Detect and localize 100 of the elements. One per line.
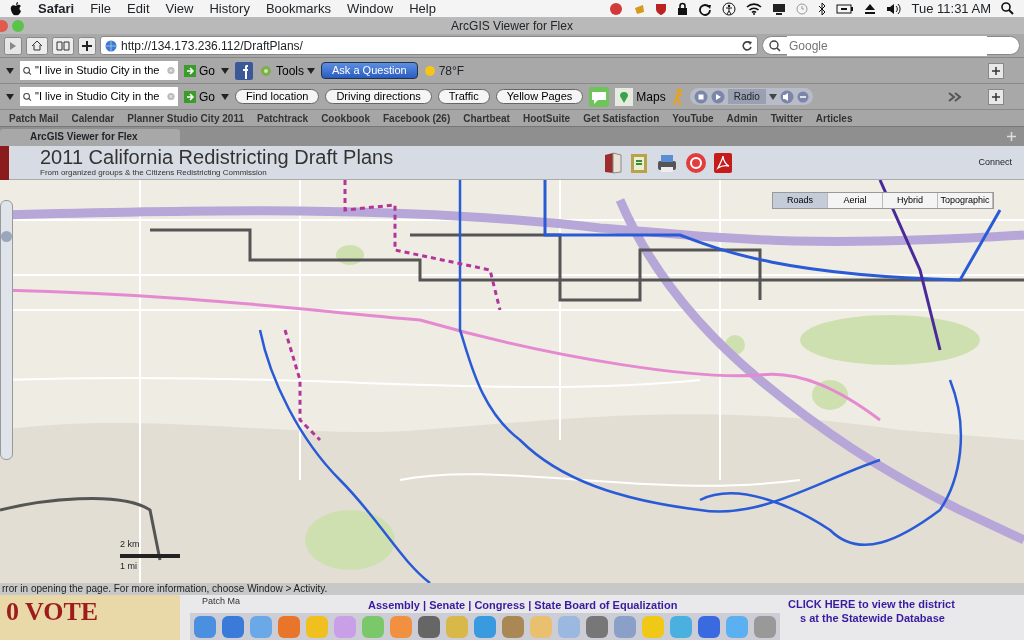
- clear-icon[interactable]: [167, 91, 175, 102]
- street-map-drawing[interactable]: [0, 180, 1024, 583]
- database-link[interactable]: s at the Statewide Database: [800, 610, 945, 627]
- speech-bubble-icon[interactable]: [589, 86, 610, 107]
- browser-tab[interactable]: ArcGIS Viewer for Flex: [0, 129, 180, 146]
- menu-item[interactable]: Window: [346, 0, 394, 19]
- caret-icon[interactable]: [768, 93, 777, 100]
- dock-app-icon[interactable]: [586, 615, 608, 638]
- menu-item[interactable]: Safari: [38, 0, 75, 19]
- menu-item[interactable]: File: [90, 0, 112, 19]
- dropdown-arrow-icon[interactable]: [221, 93, 229, 100]
- radio-station-field[interactable]: Radio: [727, 89, 766, 104]
- toolbar-link-button[interactable]: Find location: [235, 89, 320, 104]
- map-layer-tab[interactable]: Topographic: [938, 193, 993, 208]
- dock-app-icon[interactable]: [194, 615, 216, 638]
- round-badge-icon[interactable]: [608, 1, 623, 16]
- zoom-slider-thumb[interactable]: [1, 230, 12, 242]
- dock-app-icon[interactable]: [502, 615, 524, 638]
- menu-item[interactable]: History: [209, 0, 250, 19]
- clipboard-icon[interactable]: [629, 151, 650, 174]
- clear-icon[interactable]: [167, 65, 175, 76]
- add-button[interactable]: [988, 88, 1004, 105]
- map-layer-tab[interactable]: Aerial: [828, 193, 883, 208]
- bookmark-link[interactable]: Articles: [815, 110, 853, 126]
- new-tab-button[interactable]: [1007, 132, 1016, 141]
- record-icon[interactable]: [685, 151, 708, 174]
- f-logo-icon[interactable]: [235, 61, 253, 80]
- dropdown-arrow-icon[interactable]: [6, 67, 14, 74]
- forward-button[interactable]: [4, 36, 22, 55]
- search-field[interactable]: Google: [762, 36, 1020, 55]
- side-tab[interactable]: [0, 145, 9, 180]
- bookmark-link[interactable]: HootSuite: [522, 110, 571, 126]
- maps-button[interactable]: Maps: [615, 87, 666, 106]
- bookmark-link[interactable]: Cookbook: [321, 110, 370, 126]
- go-button[interactable]: Go: [184, 61, 215, 80]
- add-bookmark-button[interactable]: [78, 36, 96, 55]
- search-icon: [23, 90, 34, 103]
- pdf-icon[interactable]: [713, 151, 734, 174]
- minus-button[interactable]: [796, 90, 809, 103]
- volume-button[interactable]: [779, 89, 794, 104]
- ask-question-button[interactable]: Ask a Question: [321, 62, 418, 79]
- toolbar-link-button[interactable]: Driving directions: [325, 89, 432, 104]
- dock-app-icon[interactable]: [474, 615, 496, 638]
- play-button[interactable]: [710, 89, 725, 104]
- battery-icon[interactable]: [835, 3, 854, 14]
- chevron-icon[interactable]: [948, 91, 962, 102]
- window-title: ArcGIS Viewer for Flex: [451, 19, 573, 33]
- lock-icon[interactable]: [676, 1, 688, 16]
- bookmark-link[interactable]: Patch Mail: [9, 110, 59, 126]
- link-text[interactable]: Assembly | Senate | Congress | State Board of Equalization: [368, 597, 678, 614]
- search-icon[interactable]: [1001, 2, 1014, 15]
- volume-icon[interactable]: [885, 2, 902, 15]
- shield-icon[interactable]: [654, 1, 667, 16]
- dock-app-icon[interactable]: [278, 615, 300, 638]
- bookmark-link[interactable]: Twitter: [770, 110, 803, 126]
- eject-icon[interactable]: [863, 2, 876, 15]
- dropdown-arrow-icon[interactable]: [6, 93, 14, 100]
- address-field[interactable]: http://134.173.236.112/DraftPlans/: [100, 36, 758, 55]
- dock-app-icon[interactable]: [222, 615, 244, 638]
- reload-icon[interactable]: [741, 39, 753, 52]
- accessibility-icon[interactable]: [721, 1, 736, 16]
- dock-app-icon[interactable]: [698, 615, 720, 638]
- home-button[interactable]: [26, 36, 48, 55]
- bookmark-link[interactable]: Get Satisfaction: [583, 110, 660, 126]
- apple-icon[interactable]: [10, 1, 22, 16]
- bluetooth-icon[interactable]: [817, 1, 826, 16]
- go-button[interactable]: Go: [184, 87, 215, 106]
- menu-item[interactable]: Help: [409, 0, 436, 19]
- menu-item[interactable]: View: [165, 0, 194, 19]
- bookmark-link[interactable]: Facebook (26): [383, 110, 451, 126]
- clock-text[interactable]: Tue 11:31 AM: [911, 0, 991, 19]
- map-layer-tab[interactable]: Hybrid: [883, 193, 938, 208]
- menu-item[interactable]: Bookmarks: [265, 0, 331, 19]
- wifi-icon[interactable]: [745, 2, 762, 15]
- arrow-icon: [184, 90, 196, 103]
- bookmark-link[interactable]: Planner Studio City 2011: [127, 110, 244, 126]
- bookmark-link[interactable]: Chartbeat: [463, 110, 510, 126]
- toolbar-link-button[interactable]: Traffic: [437, 89, 490, 104]
- zoom-slider-track[interactable]: [0, 200, 13, 460]
- bookmark-link[interactable]: Calendar: [71, 110, 115, 126]
- dock-app-icon[interactable]: [754, 615, 776, 638]
- bookmark-link[interactable]: Admin: [726, 110, 758, 126]
- display-icon[interactable]: [771, 2, 786, 15]
- tab-label: Patch Ma: [202, 595, 241, 608]
- bookmark-link[interactable]: YouTube: [672, 110, 714, 126]
- stop-button[interactable]: [693, 89, 708, 104]
- search-field[interactable]: "I live in Studio City in the: [20, 61, 178, 80]
- connect-link[interactable]: Connect: [978, 155, 1012, 170]
- sync-icon[interactable]: [697, 1, 712, 16]
- map-layer-tab[interactable]: Roads: [773, 193, 828, 208]
- search-field[interactable]: "I live in Studio City in the: [20, 87, 178, 106]
- dropdown-arrow-icon[interactable]: [221, 67, 229, 74]
- add-button[interactable]: [988, 62, 1004, 79]
- menu-item[interactable]: Edit: [127, 0, 150, 19]
- tools-menu-button[interactable]: Tools: [259, 61, 316, 80]
- toolbar-link-button[interactable]: Yellow Pages: [495, 89, 584, 104]
- dock-app-icon[interactable]: [418, 615, 440, 638]
- district-link[interactable]: CLICK HERE to view the district: [788, 596, 955, 613]
- book-icon[interactable]: [603, 151, 624, 174]
- bookmark-link[interactable]: Patchtrack: [257, 110, 309, 126]
